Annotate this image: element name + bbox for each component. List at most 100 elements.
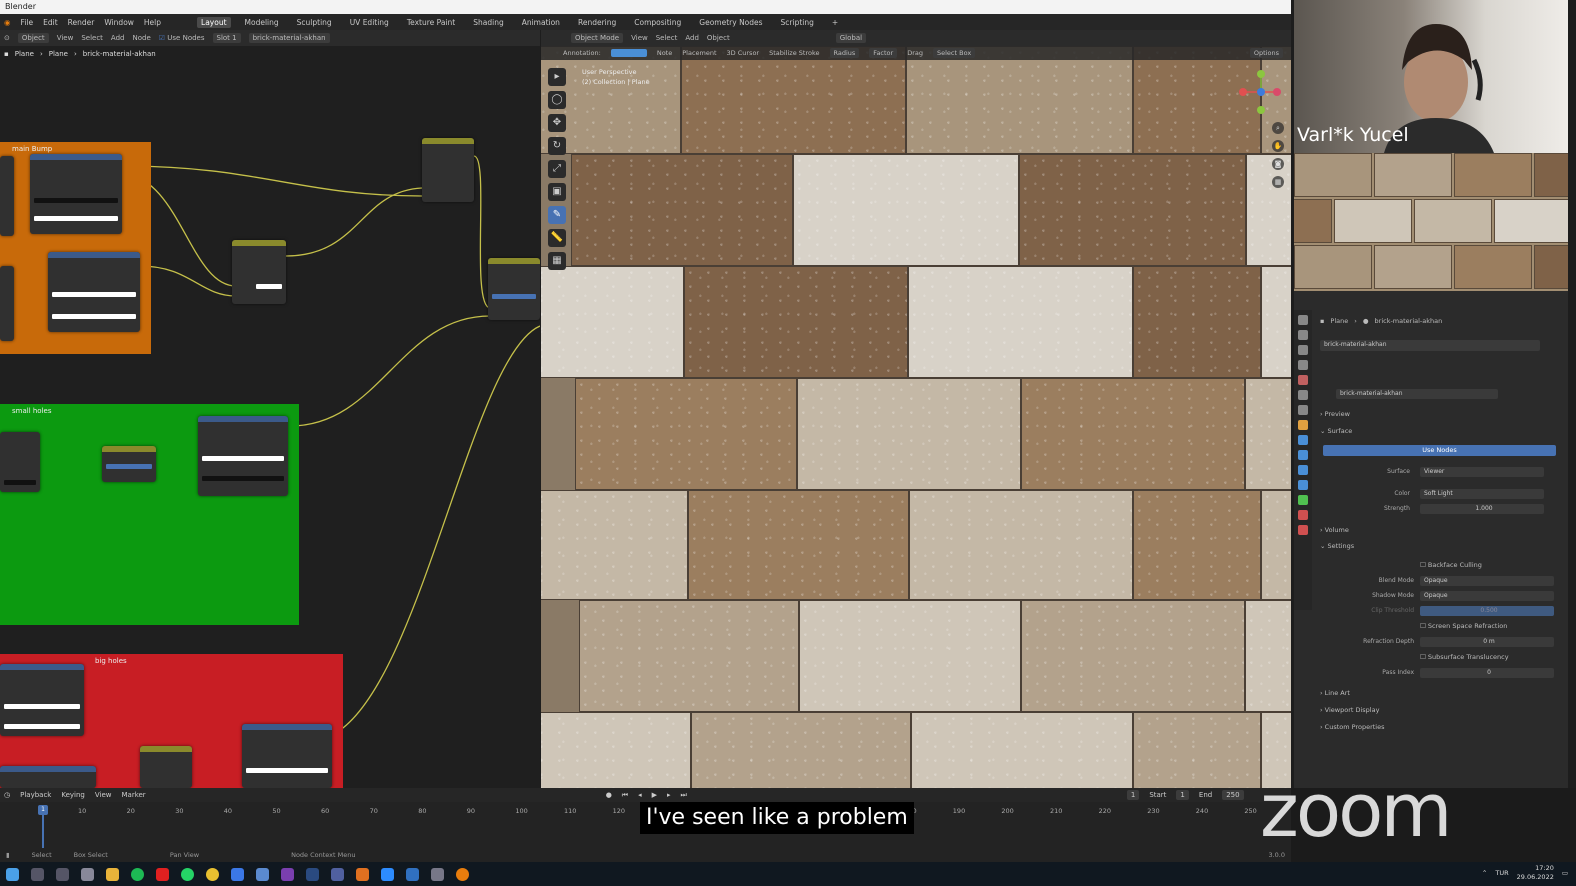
shadow-mode-dropdown[interactable]: Opaque — [1420, 591, 1554, 601]
use-nodes-button[interactable]: Use Nodes — [1323, 445, 1556, 456]
editor-type-icon[interactable]: ⊙ — [4, 34, 10, 42]
jump-end-icon[interactable]: ⏭ — [681, 791, 687, 800]
node-menu-view[interactable]: View — [57, 34, 74, 42]
rotate-tool-icon[interactable]: ↻ — [548, 137, 566, 155]
node-menu-node[interactable]: Node — [132, 34, 150, 42]
viewport-menu-add[interactable]: Add — [685, 34, 699, 42]
note-dropdown[interactable]: Note — [657, 49, 672, 57]
move-tool-icon[interactable]: ✥ — [548, 114, 566, 132]
refraction-depth-field[interactable]: 0 m — [1420, 637, 1554, 647]
bump-node[interactable] — [488, 258, 540, 320]
subsurface-translucency-checkbox[interactable]: ☐ Subsurface Translucency — [1420, 653, 1560, 665]
color-input-field[interactable]: Soft Light — [1420, 489, 1544, 499]
workspace-tab-scripting[interactable]: Scripting — [777, 17, 818, 28]
clock[interactable]: 17:20 29.06.2022 — [1517, 864, 1554, 882]
transform-orientation-dropdown[interactable]: Global — [835, 33, 867, 43]
radius-field[interactable]: Radius — [829, 48, 860, 58]
blender-logo-icon[interactable]: ◉ — [4, 18, 11, 27]
object-mode-dropdown[interactable]: Object Mode — [571, 33, 624, 43]
zoom-app-icon[interactable] — [381, 867, 394, 881]
timeline-editor-icon[interactable]: ◷ — [4, 791, 10, 799]
surface-panel-header[interactable]: ⌄ Surface — [1320, 427, 1560, 439]
constraints-tab-icon[interactable] — [1298, 480, 1308, 490]
color-ramp-node[interactable] — [48, 252, 140, 332]
object-tab-icon[interactable] — [1298, 420, 1308, 430]
viewport-menu-view[interactable]: View — [631, 34, 648, 42]
menu-help[interactable]: Help — [144, 18, 161, 27]
end-frame-field[interactable]: 250 — [1222, 790, 1244, 800]
texture-node[interactable] — [0, 156, 14, 236]
bump-node[interactable] — [422, 138, 474, 202]
select-tool-icon[interactable]: ▸ — [548, 68, 566, 86]
physics-tab-icon[interactable] — [1298, 465, 1308, 475]
render-tab-icon[interactable] — [1298, 330, 1308, 340]
options-dropdown[interactable]: Options — [1249, 48, 1283, 58]
workspace-tab-rendering[interactable]: Rendering — [574, 17, 620, 28]
measure-tool-icon[interactable]: 📏 — [548, 229, 566, 247]
annotation-color-swatch[interactable] — [610, 49, 647, 57]
app-icon[interactable] — [356, 867, 369, 881]
search-icon[interactable] — [31, 867, 44, 881]
camera-icon[interactable]: ◙ — [1272, 158, 1284, 170]
texture-node[interactable] — [0, 766, 96, 788]
menu-render[interactable]: Render — [68, 18, 95, 27]
app-icon[interactable] — [406, 867, 419, 881]
task-view-icon[interactable] — [56, 867, 69, 881]
workspace-tab-modeling[interactable]: Modeling — [241, 17, 283, 28]
use-nodes-checkbox[interactable]: ☑ Use Nodes — [159, 34, 205, 42]
props-breadcrumb-material[interactable]: brick-material-akhan — [1375, 317, 1443, 325]
timeline-menu-keying[interactable]: Keying — [61, 791, 85, 799]
timeline-menu-playback[interactable]: Playback — [20, 791, 51, 799]
collection-tab-icon[interactable] — [1298, 405, 1308, 415]
youtube-icon[interactable] — [156, 867, 169, 881]
tool-tab-icon[interactable] — [1298, 315, 1308, 325]
scene-tab-icon[interactable] — [1298, 375, 1308, 385]
annotate-tool-icon[interactable]: ✎ — [548, 206, 566, 224]
add-workspace-button[interactable]: + — [828, 17, 842, 28]
workspace-tab-compositing[interactable]: Compositing — [630, 17, 685, 28]
screen-space-refraction-checkbox[interactable]: ☐ Screen Space Refraction — [1420, 622, 1560, 634]
node-editor-canvas[interactable]: main Bump small holes big holes — [0, 46, 540, 788]
menu-file[interactable]: File — [21, 18, 34, 27]
3d-viewport[interactable] — [541, 46, 1291, 788]
workspace-tab-texture-paint[interactable]: Texture Paint — [403, 17, 459, 28]
viewport-display-panel-header[interactable]: › Viewport Display — [1320, 706, 1560, 718]
viewport-menu-object[interactable]: Object — [707, 34, 730, 42]
workspace-tab-geometry-nodes[interactable]: Geometry Nodes — [695, 17, 766, 28]
timeline-menu-view[interactable]: View — [95, 791, 112, 799]
workspace-tab-animation[interactable]: Animation — [518, 17, 564, 28]
color-ramp-node[interactable] — [198, 416, 288, 496]
language-indicator[interactable]: TUR — [1495, 869, 1508, 878]
start-frame-field[interactable]: 1 — [1176, 790, 1189, 800]
pan-hand-icon[interactable]: ✋ — [1272, 140, 1284, 152]
next-keyframe-icon[interactable]: ▸ — [667, 791, 671, 799]
transform-tool-icon[interactable]: ▣ — [548, 183, 566, 201]
viewport-menu-select[interactable]: Select — [656, 34, 678, 42]
app-icon[interactable] — [431, 867, 444, 881]
material-selector[interactable]: brick-material-akhan — [248, 33, 330, 43]
texture-node[interactable] — [0, 432, 40, 492]
navigation-gizmo[interactable] — [1237, 68, 1283, 116]
modifier-tab-icon[interactable] — [1298, 435, 1308, 445]
data-tab-icon[interactable] — [1298, 495, 1308, 505]
workspace-tab-shading[interactable]: Shading — [469, 17, 507, 28]
onenote-icon[interactable] — [281, 867, 294, 881]
preview-panel-header[interactable]: › Preview — [1320, 410, 1560, 422]
current-frame-field[interactable]: 1 — [1126, 790, 1140, 800]
menu-edit[interactable]: Edit — [43, 18, 58, 27]
color-ramp-node[interactable] — [30, 154, 122, 234]
breadcrumb-object[interactable]: Plane — [15, 50, 34, 58]
blender-taskbar-icon[interactable] — [456, 867, 469, 881]
color-ramp-node[interactable] — [0, 664, 84, 736]
breadcrumb-mesh[interactable]: Plane — [49, 50, 68, 58]
notification-icon[interactable]: ▭ — [1562, 869, 1568, 878]
start-menu-icon[interactable] — [6, 867, 19, 881]
zoom-icon[interactable]: ⌕ — [1272, 122, 1284, 134]
volume-panel-header[interactable]: › Volume — [1320, 526, 1560, 538]
photoshop-icon[interactable] — [306, 867, 319, 881]
view-layer-tab-icon[interactable] — [1298, 360, 1308, 370]
playhead[interactable]: 1 — [38, 805, 48, 815]
clip-threshold-field[interactable]: 0.500 — [1420, 606, 1554, 616]
add-cube-tool-icon[interactable]: ▦ — [548, 252, 566, 270]
chrome-icon[interactable] — [206, 867, 219, 881]
